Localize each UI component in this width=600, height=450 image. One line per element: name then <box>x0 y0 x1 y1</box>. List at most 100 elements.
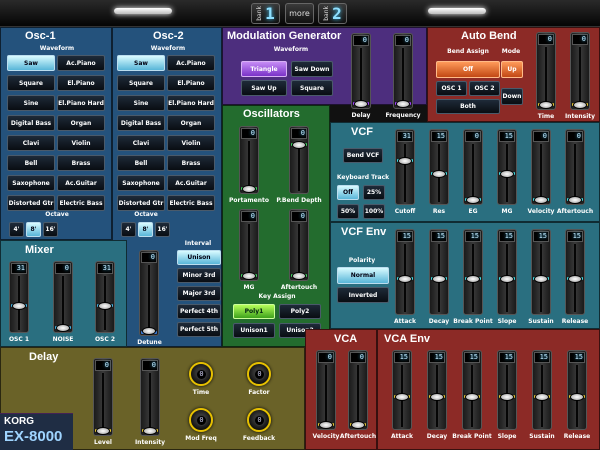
slider-knob[interactable] <box>395 393 409 401</box>
slider-knob[interactable] <box>568 196 582 204</box>
waveform-button[interactable]: Clavi <box>117 135 165 151</box>
interval-button[interactable]: Perfect 4th <box>177 304 221 319</box>
waveform-button[interactable]: Square <box>291 80 333 96</box>
waveform-button[interactable]: Distorted Gtr <box>7 195 55 211</box>
bend-assign-button[interactable]: Off <box>436 61 500 78</box>
slider-knob[interactable] <box>432 275 446 283</box>
mixer-slider[interactable]: 31 <box>9 261 29 333</box>
slider-knob[interactable] <box>142 327 156 335</box>
slider-knob[interactable] <box>466 275 480 283</box>
waveform-button[interactable]: Square <box>7 75 55 91</box>
slider-knob[interactable] <box>319 421 333 429</box>
vcaenv-slider[interactable]: 15 <box>462 350 482 430</box>
bank-2-button[interactable]: bank 2 <box>318 3 347 24</box>
level-slider[interactable]: 0 <box>93 358 113 436</box>
waveform-button[interactable]: Bell <box>117 155 165 171</box>
octave-button[interactable]: 16' <box>43 222 58 237</box>
waveform-button[interactable]: El.Piano <box>167 75 215 91</box>
slider-knob[interactable] <box>573 101 587 109</box>
waveform-button[interactable]: Bell <box>7 155 55 171</box>
waveform-button[interactable]: Square <box>117 75 165 91</box>
mode-button[interactable]: Down <box>501 88 523 105</box>
waveform-button[interactable]: Sine <box>117 95 165 111</box>
slider-knob[interactable] <box>398 157 412 165</box>
vcfenv-slider[interactable]: 15 <box>463 229 483 315</box>
vcfenv-slider[interactable]: 15 <box>565 229 585 315</box>
more-button[interactable]: more <box>285 3 314 24</box>
slider-knob[interactable] <box>242 185 256 193</box>
slider-knob[interactable] <box>568 275 582 283</box>
factor-knob[interactable]: 0 <box>247 362 271 386</box>
slider-knob[interactable] <box>98 302 112 310</box>
slider-knob[interactable] <box>535 393 549 401</box>
vcaenv-slider[interactable]: 15 <box>567 350 587 430</box>
vcf-slider[interactable]: 31 <box>395 129 415 205</box>
vcf-slider[interactable]: 15 <box>497 129 517 205</box>
waveform-button[interactable]: Saw <box>117 55 165 71</box>
octave-button[interactable]: 8' <box>138 222 153 237</box>
vcfenv-slider[interactable]: 15 <box>395 229 415 315</box>
mod-freq-knob[interactable]: 0 <box>189 408 213 432</box>
octave-button[interactable]: 4' <box>121 222 136 237</box>
waveform-button[interactable]: Ac.Guitar <box>167 175 215 191</box>
waveform-button[interactable]: Violin <box>57 135 105 151</box>
polarity-button[interactable]: Normal <box>337 267 389 284</box>
vcf-slider[interactable]: 0 <box>531 129 551 205</box>
vcfenv-slider[interactable]: 15 <box>429 229 449 315</box>
slider-knob[interactable] <box>96 427 110 435</box>
waveform-button[interactable]: Distorted Gtr <box>117 195 165 211</box>
vcaenv-slider[interactable]: 15 <box>392 350 412 430</box>
waveform-button[interactable]: Saw <box>7 55 55 71</box>
slider-knob[interactable] <box>500 170 514 178</box>
vcaenv-slider[interactable]: 15 <box>497 350 517 430</box>
waveform-button[interactable]: Organ <box>57 115 105 131</box>
detune-slider[interactable]: 0 <box>139 250 159 336</box>
slider-knob[interactable] <box>292 272 306 280</box>
bend-vcf-button[interactable]: Bend VCF <box>343 148 383 163</box>
slider-knob[interactable] <box>465 393 479 401</box>
waveform-button[interactable]: Clavi <box>7 135 55 151</box>
key-assign-button[interactable]: Unison1 <box>233 323 275 338</box>
waveform-button[interactable]: Electric Bass <box>167 195 215 211</box>
vcf-slider[interactable]: 15 <box>429 129 449 205</box>
octave-button[interactable]: 4' <box>9 222 24 237</box>
intensity-slider[interactable]: 0 <box>570 32 590 110</box>
delay-slider[interactable]: 0 <box>351 33 371 109</box>
vca-slider[interactable]: 0 <box>316 350 336 430</box>
slider-knob[interactable] <box>396 100 410 108</box>
slider-knob[interactable] <box>292 141 306 149</box>
slider-knob[interactable] <box>56 324 70 332</box>
frequency-slider[interactable]: 0 <box>393 33 413 109</box>
interval-button[interactable]: Unison <box>177 250 221 265</box>
slider-knob[interactable] <box>430 393 444 401</box>
pbend-slider[interactable]: 0 <box>289 126 309 194</box>
time-knob[interactable]: 0 <box>189 362 213 386</box>
kbd-track-button[interactable]: 50% <box>337 204 359 219</box>
waveform-button[interactable]: El.Piano <box>57 75 105 91</box>
polarity-button[interactable]: Inverted <box>337 287 389 303</box>
waveform-button[interactable]: Saw Up <box>241 80 287 96</box>
slider-knob[interactable] <box>351 421 365 429</box>
waveform-button[interactable]: Electric Bass <box>57 195 105 211</box>
vcaenv-slider[interactable]: 15 <box>427 350 447 430</box>
bend-assign-button[interactable]: OSC 1 <box>436 81 467 96</box>
waveform-button[interactable]: Saw Down <box>291 61 333 77</box>
waveform-button[interactable]: Saxophone <box>117 175 165 191</box>
slider-knob[interactable] <box>500 275 514 283</box>
octave-button[interactable]: 8' <box>26 222 41 237</box>
slider-knob[interactable] <box>143 427 157 435</box>
waveform-button[interactable]: Violin <box>167 135 215 151</box>
slider-knob[interactable] <box>354 100 368 108</box>
waveform-button[interactable]: Brass <box>167 155 215 171</box>
waveform-button[interactable]: Triangle <box>241 61 287 77</box>
kbd-track-button[interactable]: 25% <box>363 185 385 200</box>
waveform-button[interactable]: Ac.Piano <box>57 55 105 71</box>
kbd-track-button[interactable]: Off <box>337 185 359 200</box>
slider-knob[interactable] <box>570 393 584 401</box>
waveform-button[interactable]: El.Piano Hard <box>167 95 215 111</box>
key-assign-button[interactable]: Poly2 <box>279 304 321 319</box>
waveform-button[interactable]: El.Piano Hard <box>57 95 105 111</box>
mixer-slider[interactable]: 0 <box>53 261 73 333</box>
vcf-slider[interactable]: 0 <box>463 129 483 205</box>
mode-button[interactable]: Up <box>501 61 523 78</box>
